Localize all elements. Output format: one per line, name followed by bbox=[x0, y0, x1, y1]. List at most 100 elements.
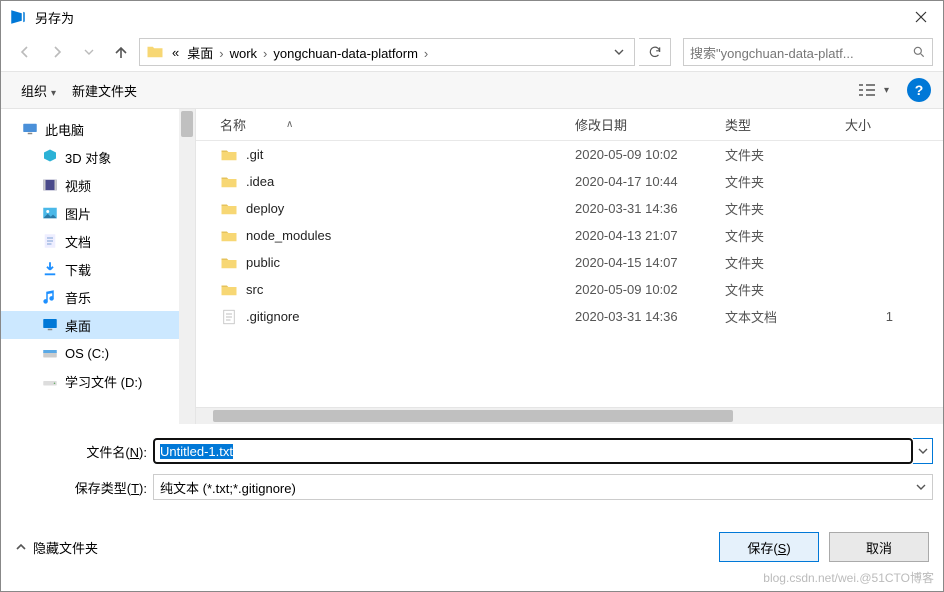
new-folder-button[interactable]: 新建文件夹 bbox=[64, 77, 145, 104]
sidebar-item-label: 视频 bbox=[65, 176, 91, 195]
file-type: 文件夹 bbox=[719, 199, 839, 218]
file-name: node_modules bbox=[246, 228, 331, 243]
filename-input[interactable] bbox=[153, 438, 913, 464]
organize-button[interactable]: 组织▾ bbox=[13, 77, 64, 104]
arrow-up-icon bbox=[113, 44, 129, 60]
sidebar: 此电脑 3D 对象视频图片文档下载音乐桌面 OS (C:) 学习文件 (D:) bbox=[1, 109, 196, 424]
sidebar-item[interactable]: 此电脑 bbox=[1, 115, 195, 143]
column-date[interactable]: 修改日期 bbox=[569, 115, 719, 134]
filetype-select[interactable]: 纯文本 (*.txt;*.gitignore) bbox=[153, 474, 933, 500]
sidebar-item[interactable]: OS (C:) bbox=[1, 339, 195, 367]
window-title: 另存为 bbox=[35, 8, 898, 27]
sidebar-item[interactable]: 音乐 bbox=[1, 283, 195, 311]
app-icon bbox=[9, 8, 27, 26]
file-type: 文件夹 bbox=[719, 280, 839, 299]
sidebar-item-label: 桌面 bbox=[65, 316, 91, 335]
nav-up-button[interactable] bbox=[107, 38, 135, 66]
arrow-left-icon bbox=[17, 44, 33, 60]
sidebar-item-label: 图片 bbox=[65, 204, 91, 223]
breadcrumb[interactable]: « 桌面›work›yongchuan-data-platform› bbox=[139, 38, 635, 66]
sidebar-item-label: 此电脑 bbox=[45, 120, 84, 139]
file-row[interactable]: .idea 2020-04-17 10:44文件夹 bbox=[196, 168, 943, 195]
chevron-down-icon bbox=[84, 47, 94, 57]
sort-icon: ∧ bbox=[286, 119, 293, 130]
column-size[interactable]: 大小 bbox=[839, 115, 899, 134]
breadcrumb-prefix[interactable]: « bbox=[168, 45, 183, 60]
file-type: 文件夹 bbox=[719, 226, 839, 245]
horizontal-scrollbar[interactable] bbox=[196, 407, 943, 424]
chevron-down-icon bbox=[614, 47, 624, 57]
close-icon bbox=[915, 11, 927, 23]
sidebar-item[interactable]: 3D 对象 bbox=[1, 143, 195, 171]
sidebar-item-label: 文档 bbox=[65, 232, 91, 251]
file-name: .git bbox=[246, 147, 263, 162]
filetype-label: 保存类型(T): bbox=[67, 478, 153, 497]
breadcrumb-item[interactable]: yongchuan-data-platform bbox=[269, 46, 422, 61]
file-type: 文本文档 bbox=[719, 307, 839, 326]
save-button[interactable]: 保存(S) bbox=[719, 532, 819, 562]
file-type: 文件夹 bbox=[719, 145, 839, 164]
refresh-icon bbox=[648, 45, 662, 59]
close-button[interactable] bbox=[898, 1, 943, 33]
arrow-right-icon bbox=[49, 44, 65, 60]
file-row[interactable]: node_modules 2020-04-13 21:07文件夹 bbox=[196, 222, 943, 249]
chevron-right-icon: › bbox=[422, 46, 430, 61]
column-headers: 名称∧ 修改日期 类型 大小 bbox=[196, 109, 943, 141]
file-name: .idea bbox=[246, 174, 274, 189]
view-list-icon bbox=[858, 83, 876, 97]
nav-recent-button[interactable] bbox=[75, 38, 103, 66]
file-date: 2020-05-09 10:02 bbox=[569, 282, 719, 297]
file-row[interactable]: .gitignore 2020-03-31 14:36文本文档1 bbox=[196, 303, 943, 330]
file-row[interactable]: public2020-04-15 14:07文件夹 bbox=[196, 249, 943, 276]
chevron-right-icon: › bbox=[217, 46, 225, 61]
breadcrumb-item[interactable]: 桌面 bbox=[183, 46, 217, 61]
file-date: 2020-03-31 14:36 bbox=[569, 201, 719, 216]
sidebar-item[interactable]: 下载 bbox=[1, 255, 195, 283]
search-icon bbox=[912, 45, 926, 59]
sidebar-item-label: OS (C:) bbox=[65, 346, 109, 361]
file-name: .gitignore bbox=[246, 309, 299, 324]
file-date: 2020-03-31 14:36 bbox=[569, 309, 719, 324]
column-name[interactable]: 名称∧ bbox=[214, 115, 569, 134]
column-type[interactable]: 类型 bbox=[719, 115, 839, 134]
view-options-button[interactable]: ▾ bbox=[852, 79, 895, 101]
sidebar-scrollbar[interactable] bbox=[179, 109, 195, 424]
folder-icon bbox=[146, 43, 164, 61]
breadcrumb-item[interactable]: work bbox=[226, 46, 261, 61]
hide-folders-button[interactable]: 隐藏文件夹 bbox=[15, 538, 98, 557]
file-row[interactable]: .git 2020-05-09 10:02文件夹 bbox=[196, 141, 943, 168]
sidebar-item[interactable]: 文档 bbox=[1, 227, 195, 255]
search-input[interactable]: 搜索"yongchuan-data-platf... bbox=[683, 38, 933, 66]
filename-label: 文件名(N): bbox=[67, 442, 153, 461]
help-button[interactable]: ? bbox=[907, 78, 931, 102]
sidebar-item[interactable]: 图片 bbox=[1, 199, 195, 227]
refresh-button[interactable] bbox=[639, 38, 671, 66]
sidebar-item[interactable]: 视频 bbox=[1, 171, 195, 199]
filename-dropdown[interactable] bbox=[913, 438, 933, 464]
file-size: 1 bbox=[839, 309, 899, 324]
sidebar-item-label: 下载 bbox=[65, 260, 91, 279]
search-placeholder: 搜索"yongchuan-data-platf... bbox=[690, 43, 912, 62]
nav-forward-button[interactable] bbox=[43, 38, 71, 66]
sidebar-item[interactable]: 桌面 bbox=[1, 311, 195, 339]
sidebar-item-label: 音乐 bbox=[65, 288, 91, 307]
file-date: 2020-04-17 10:44 bbox=[569, 174, 719, 189]
file-type: 文件夹 bbox=[719, 253, 839, 272]
cancel-button[interactable]: 取消 bbox=[829, 532, 929, 562]
file-name: src bbox=[246, 282, 263, 297]
nav-back-button[interactable] bbox=[11, 38, 39, 66]
file-date: 2020-05-09 10:02 bbox=[569, 147, 719, 162]
file-name: deploy bbox=[246, 201, 284, 216]
chevron-down-icon bbox=[916, 482, 926, 492]
chevron-up-icon bbox=[15, 541, 27, 553]
file-row[interactable]: src 2020-05-09 10:02文件夹 bbox=[196, 276, 943, 303]
file-row[interactable]: deploy 2020-03-31 14:36文件夹 bbox=[196, 195, 943, 222]
file-type: 文件夹 bbox=[719, 172, 839, 191]
file-date: 2020-04-13 21:07 bbox=[569, 228, 719, 243]
sidebar-item[interactable]: 学习文件 (D:) bbox=[1, 367, 195, 395]
sidebar-item-label: 3D 对象 bbox=[65, 148, 111, 167]
chevron-down-icon bbox=[918, 446, 928, 456]
sidebar-item-label: 学习文件 (D:) bbox=[65, 372, 142, 391]
breadcrumb-dropdown[interactable] bbox=[608, 45, 630, 60]
file-date: 2020-04-15 14:07 bbox=[569, 255, 719, 270]
